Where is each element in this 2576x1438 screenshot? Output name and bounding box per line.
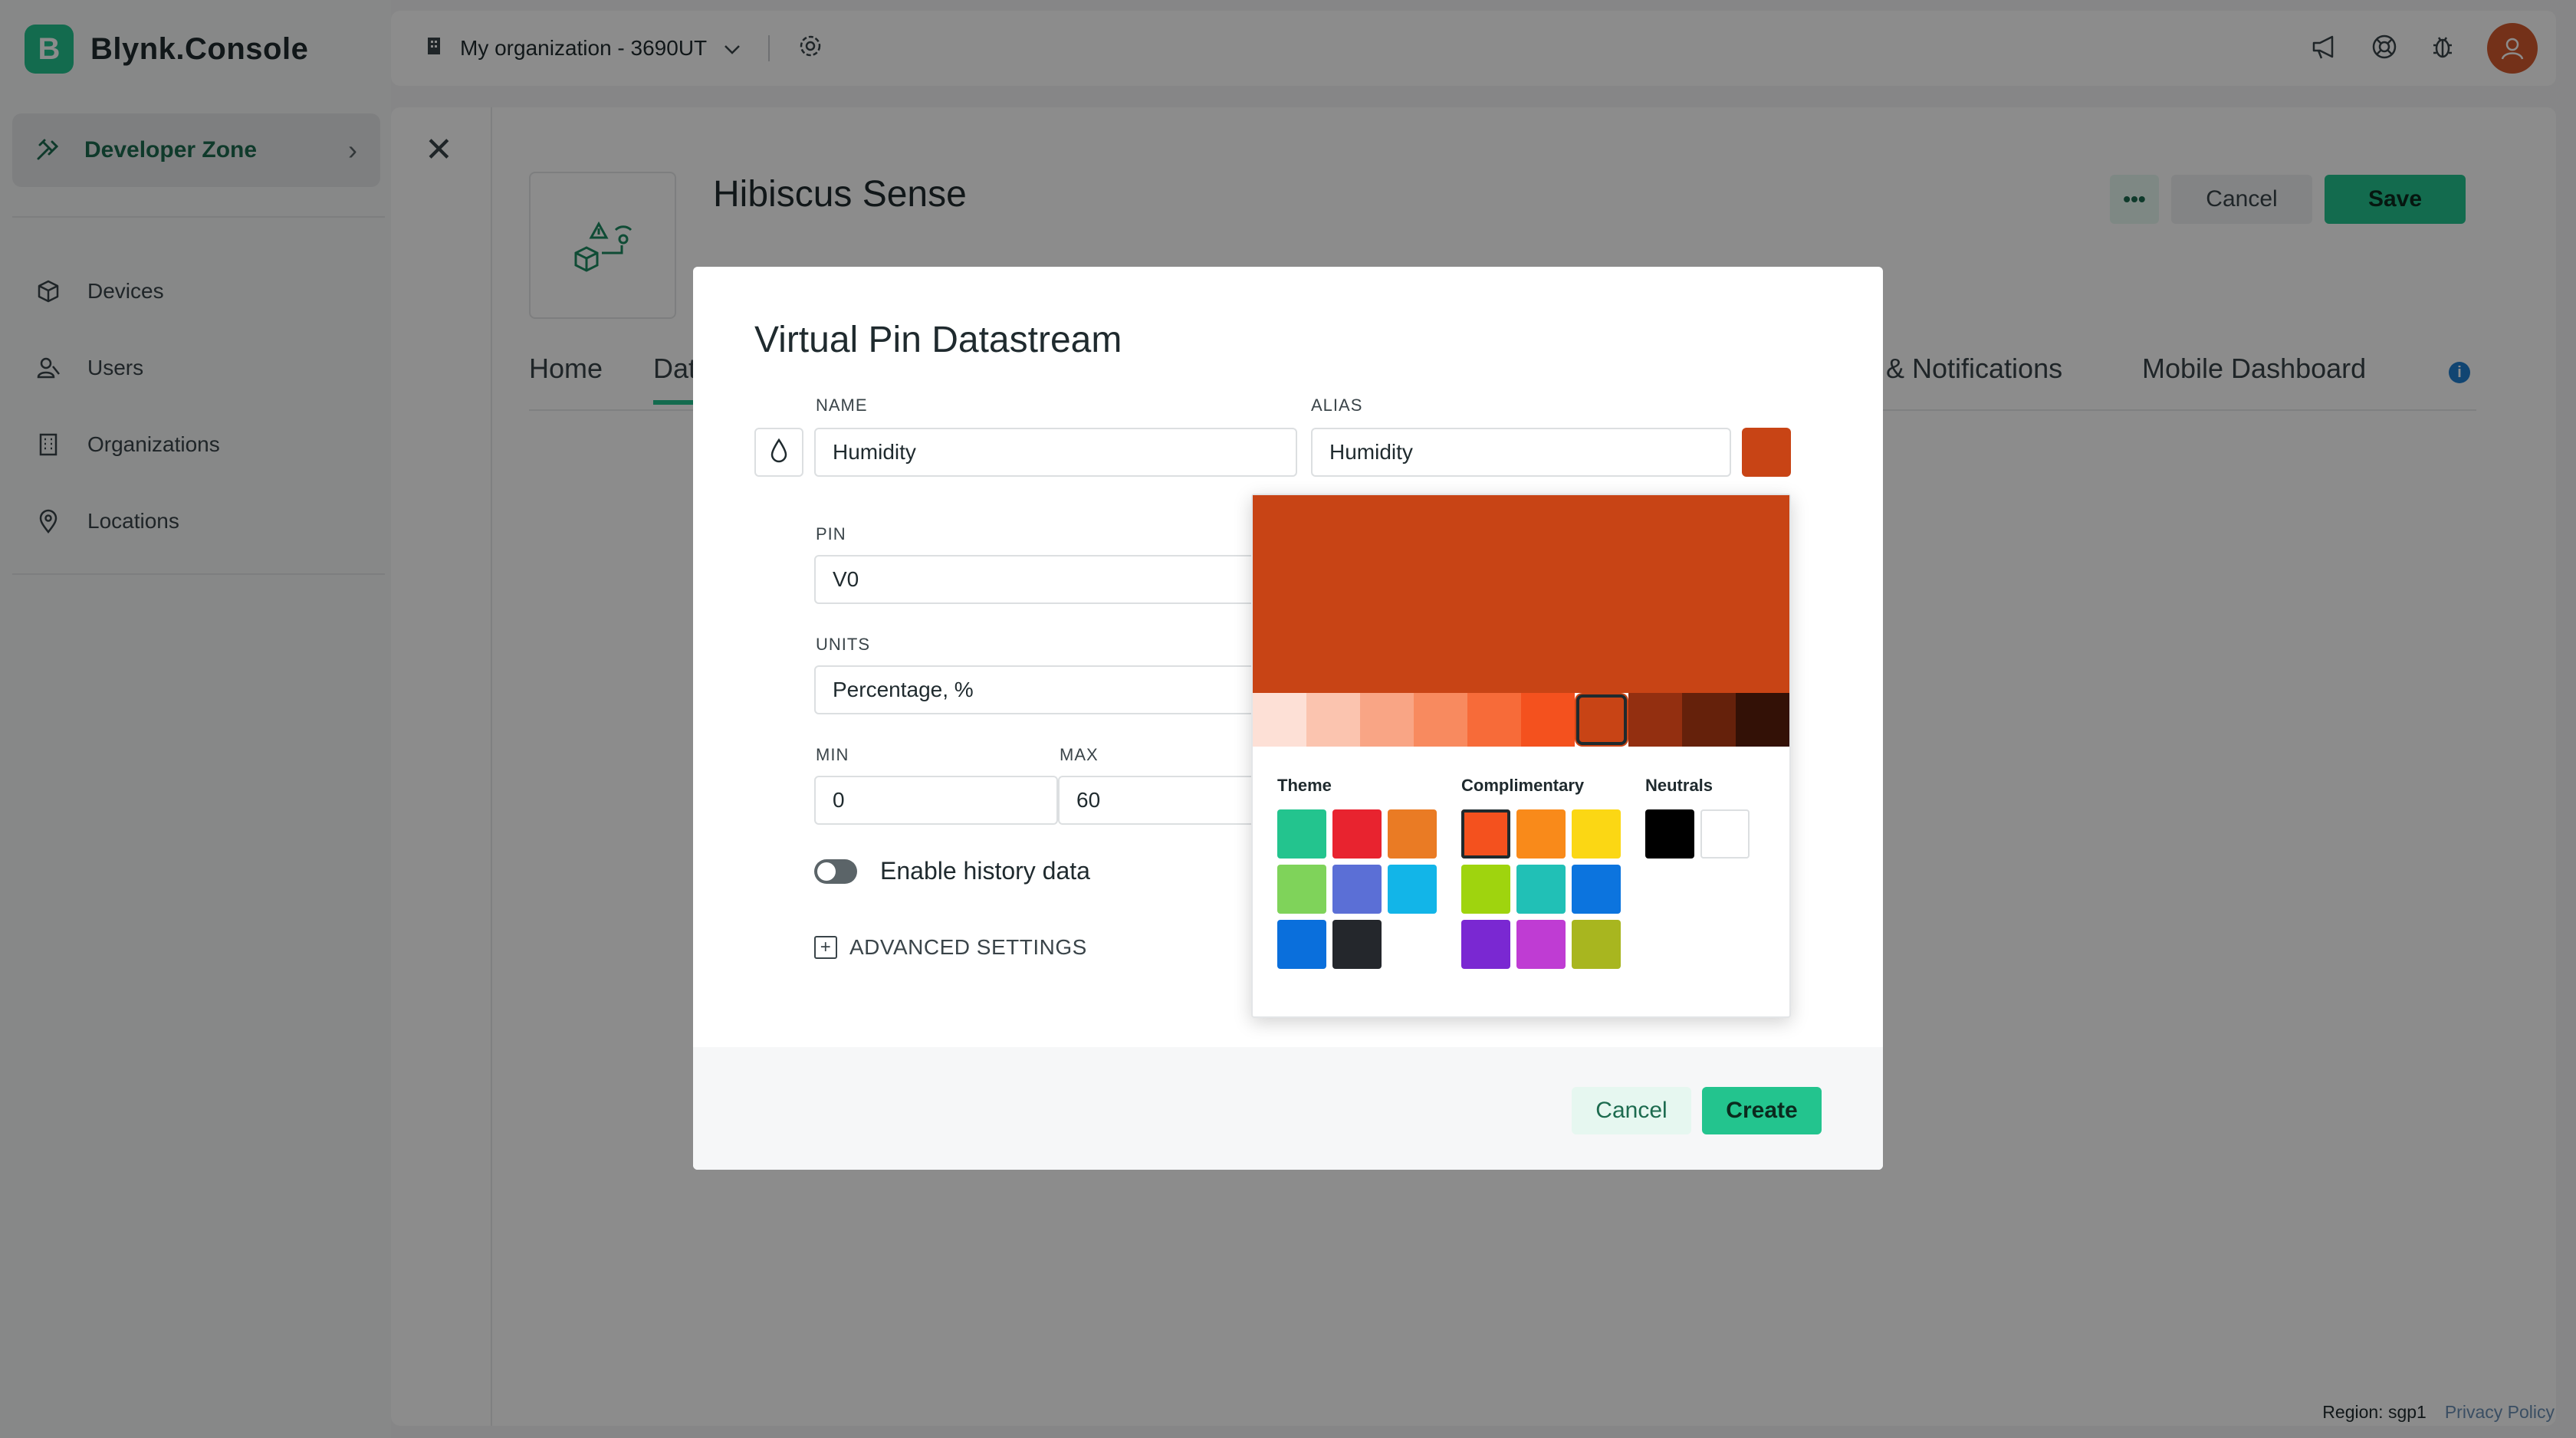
complimentary-color-swatch[interactable] xyxy=(1572,809,1621,859)
shade-swatch[interactable] xyxy=(1306,693,1360,747)
complimentary-color-swatch[interactable] xyxy=(1516,809,1566,859)
complimentary-color-swatch[interactable] xyxy=(1461,920,1510,969)
shade-strip xyxy=(1253,693,1789,747)
toggle-knob xyxy=(817,862,836,881)
complimentary-color-swatch[interactable] xyxy=(1461,809,1510,859)
shade-swatch[interactable] xyxy=(1360,693,1414,747)
shade-swatch[interactable] xyxy=(1521,693,1575,747)
theme-color-swatch[interactable] xyxy=(1277,920,1326,969)
modal-title: Virtual Pin Datastream xyxy=(754,320,1122,360)
shade-swatch[interactable] xyxy=(1682,693,1736,747)
units-label: UNITS xyxy=(816,635,870,654)
theme-color-swatch[interactable] xyxy=(1332,865,1382,914)
theme-color-swatch[interactable] xyxy=(1388,865,1437,914)
advanced-settings-toggle[interactable]: + ADVANCED SETTINGS xyxy=(814,935,1087,960)
color-swatch-button[interactable] xyxy=(1742,428,1791,477)
shade-swatch[interactable] xyxy=(1467,693,1521,747)
theme-color-swatch[interactable] xyxy=(1332,920,1382,969)
theme-label: Theme xyxy=(1277,776,1332,795)
shade-swatch[interactable] xyxy=(1628,693,1682,747)
complimentary-color-swatch[interactable] xyxy=(1516,920,1566,969)
complimentary-palette xyxy=(1461,809,1621,969)
max-label: MAX xyxy=(1060,745,1099,764)
name-field[interactable]: Humidity xyxy=(814,428,1297,477)
shade-swatch[interactable] xyxy=(1414,693,1467,747)
neutral-color-swatch[interactable] xyxy=(1645,809,1694,859)
complimentary-color-swatch[interactable] xyxy=(1572,920,1621,969)
neutrals-label: Neutrals xyxy=(1645,776,1714,795)
history-label: Enable history data xyxy=(880,857,1090,885)
shade-swatch[interactable] xyxy=(1736,693,1789,747)
shade-swatch[interactable] xyxy=(1575,693,1628,747)
complimentary-color-swatch[interactable] xyxy=(1572,865,1621,914)
pin-label: PIN xyxy=(816,524,846,543)
datastream-icon-picker[interactable] xyxy=(754,428,803,477)
complimentary-color-swatch[interactable] xyxy=(1461,865,1510,914)
alias-label: ALIAS xyxy=(1311,396,1363,415)
advanced-settings-label: ADVANCED SETTINGS xyxy=(849,935,1087,959)
history-toggle-row[interactable]: Enable history data xyxy=(814,857,1090,885)
min-label: MIN xyxy=(816,745,849,764)
theme-palette xyxy=(1277,809,1437,969)
theme-color-swatch[interactable] xyxy=(1332,809,1382,859)
theme-color-swatch[interactable] xyxy=(1388,809,1437,859)
complimentary-color-swatch[interactable] xyxy=(1516,865,1566,914)
shade-swatch[interactable] xyxy=(1253,693,1306,747)
theme-color-swatch[interactable] xyxy=(1277,809,1326,859)
color-picker-popover: Theme Complimentary Neutrals xyxy=(1251,494,1791,1018)
droplet-icon xyxy=(769,438,789,468)
history-toggle[interactable] xyxy=(814,859,857,884)
neutral-color-swatch[interactable] xyxy=(1700,809,1750,859)
min-field[interactable]: 0 xyxy=(814,776,1058,825)
plus-icon: + xyxy=(814,936,837,959)
complimentary-label: Complimentary xyxy=(1461,776,1585,795)
neutrals-palette xyxy=(1645,809,1750,859)
alias-field[interactable]: Humidity xyxy=(1311,428,1731,477)
modal-footer: Cancel Create xyxy=(693,1047,1883,1170)
theme-color-swatch[interactable] xyxy=(1277,865,1326,914)
color-preview xyxy=(1253,495,1789,693)
cancel-button[interactable]: Cancel xyxy=(1572,1087,1691,1134)
create-button[interactable]: Create xyxy=(1702,1087,1822,1134)
name-label: NAME xyxy=(816,396,868,415)
